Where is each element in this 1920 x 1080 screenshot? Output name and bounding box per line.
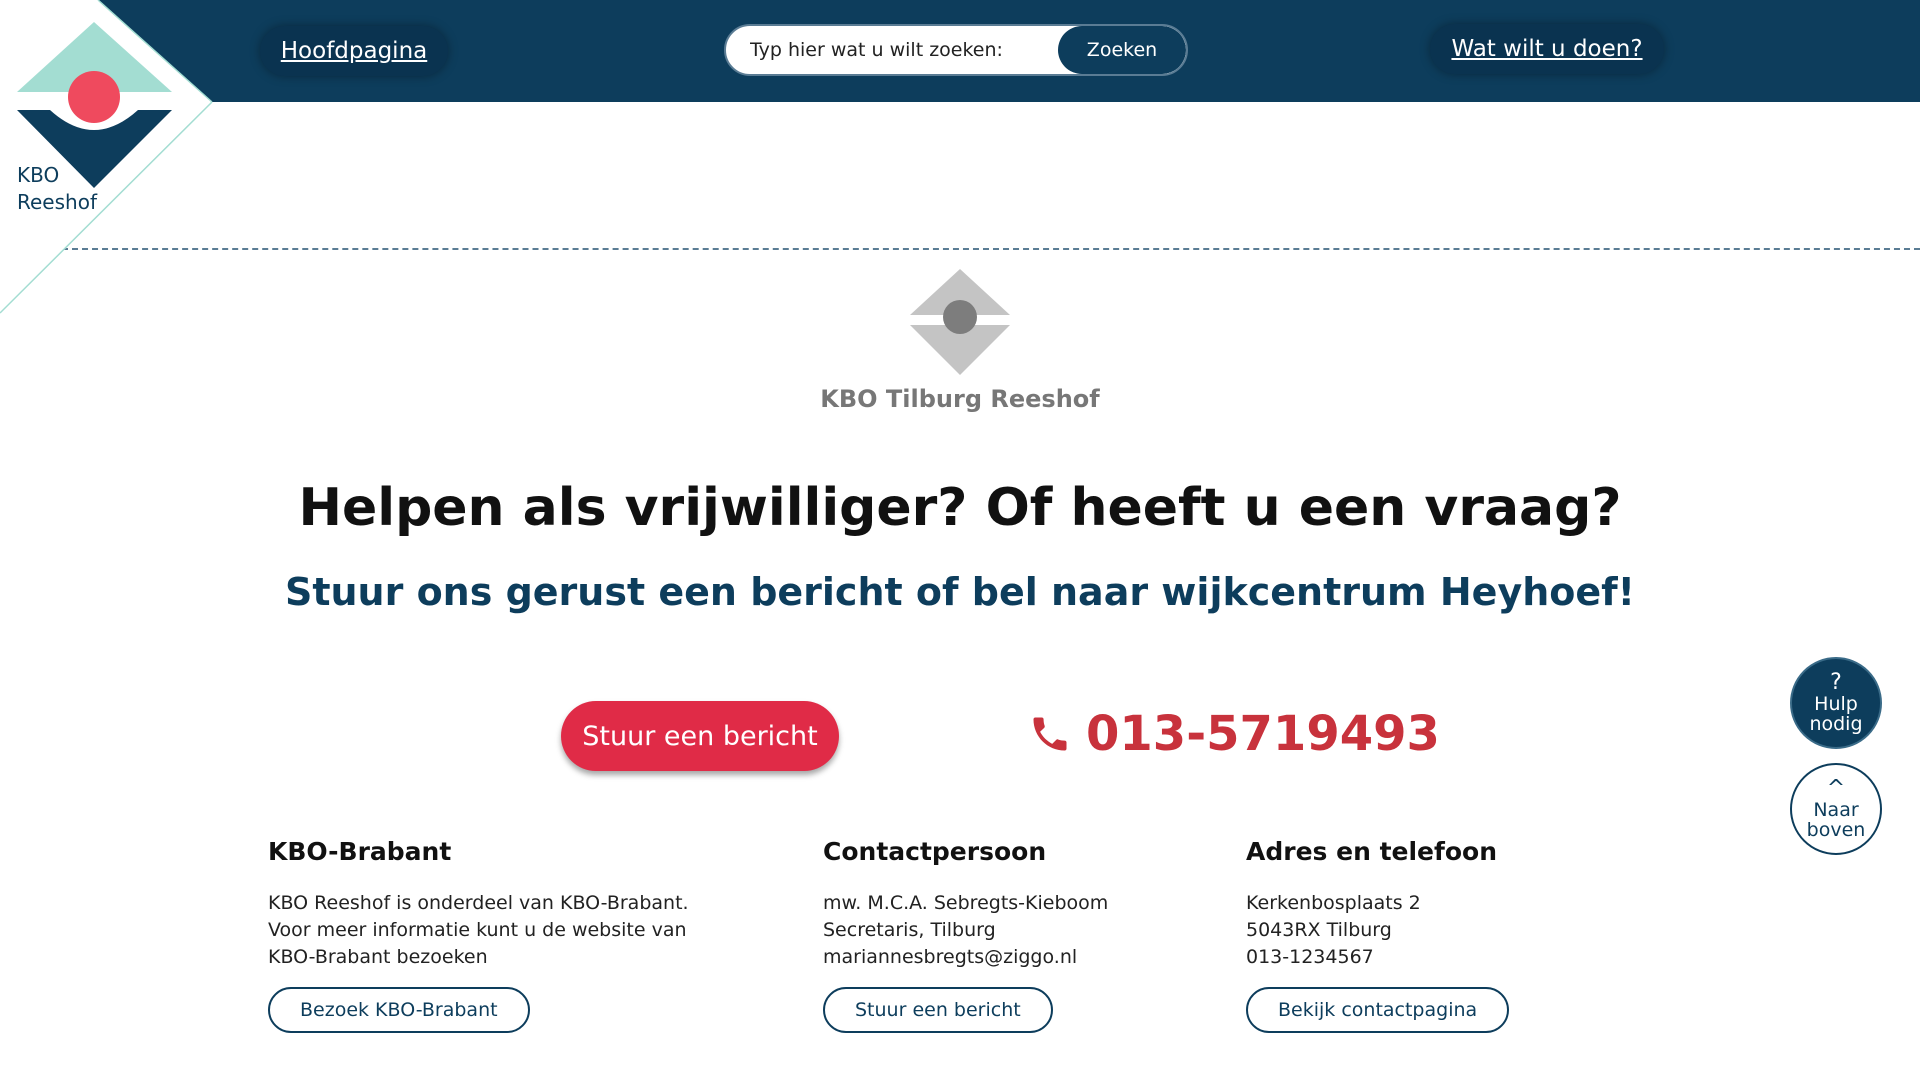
column-line: KBO-Brabant bezoeken [268,946,488,968]
view-contact-page-button[interactable]: Bekijk contactpagina [1246,987,1510,1033]
search-button[interactable]: Zoeken [1058,26,1186,74]
phone-contact[interactable]: 013-5719493 [1028,704,1440,764]
contact-email[interactable]: mariannesbregts@ziggo.nl [823,944,1108,971]
search-bar: Zoeken [724,24,1188,76]
column-line: Secretaris, Tilburg [823,919,996,941]
top-label-line2: boven [1806,819,1866,841]
column-line: KBO Reeshof is onderdeel van KBO-Brabant… [268,892,689,914]
logo-text: KBO Reeshof [17,162,97,216]
page-subheadline: Stuur ons gerust een bericht of bel naar… [284,570,1636,614]
chevron-up-icon: ^ [1826,776,1846,801]
phone-icon [1033,717,1067,751]
dashed-divider [62,248,1920,250]
footer-column-contact: Contactpersoon mw. M.C.A. Sebregts-Kiebo… [823,837,1108,1033]
search-input[interactable] [726,26,1066,74]
column-line: Voor meer informatie kunt u de website v… [268,919,687,941]
question-icon: ? [1830,670,1842,695]
back-to-top-button[interactable]: ^ Naar boven [1790,763,1882,855]
nav-home-link[interactable]: Hoofdpagina [260,26,448,76]
logo-text-line2: Reeshof [17,190,97,214]
footer-column-address: Adres en telefoon Kerkenbosplaats 2 5043… [1246,837,1510,1033]
page-headline: Helpen als vrijwilliger? Of heeft u een … [298,478,1622,538]
kbo-logo[interactable] [0,0,215,315]
visit-kbo-brabant-button[interactable]: Bezoek KBO-Brabant [268,987,530,1033]
contact-send-message-button[interactable]: Stuur een bericht [823,987,1053,1033]
footer-column-kbo-brabant: KBO-Brabant KBO Reeshof is onderdeel van… [268,837,689,1033]
send-message-button[interactable]: Stuur een bericht [561,701,839,771]
phone-number: 013-5719493 [1086,706,1440,762]
column-line: mw. M.C.A. Sebregts-Kieboom [823,892,1109,914]
column-title: KBO-Brabant [268,837,452,866]
column-title: Adres en telefoon [1246,837,1498,866]
help-label-line1: Hulp [1814,693,1858,715]
column-line: 5043RX Tilburg [1246,919,1392,941]
nav-what-link[interactable]: Wat wilt u doen? [1430,24,1664,74]
help-label-line2: nodig [1809,713,1863,735]
org-logo-icon [910,269,1010,375]
column-title: Contactpersoon [823,837,1047,866]
help-button[interactable]: ? Hulp nodig [1790,657,1882,749]
top-label-line1: Naar [1813,799,1859,821]
logo-text-line1: KBO [17,163,60,187]
org-name: KBO Tilburg Reeshof [820,385,1100,413]
column-line: 013-1234567 [1246,946,1374,968]
column-line: Kerkenbosplaats 2 [1246,892,1421,914]
